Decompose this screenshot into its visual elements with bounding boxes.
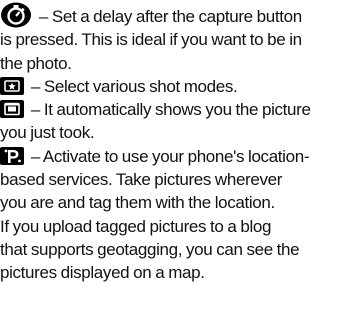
text-line: – Select various shot modes. xyxy=(0,75,338,98)
shot-mode-icon xyxy=(0,76,24,95)
auto-review-icon xyxy=(0,100,24,119)
text-line: you are and tag them with the location. xyxy=(0,193,275,213)
text-line: – Set a delay after the capture button xyxy=(0,2,338,28)
self-timer-icon xyxy=(0,2,32,28)
text-line: If you upload tagged pictures to a blog xyxy=(0,216,272,236)
text-line: that supports geotagging, you can see th… xyxy=(0,239,300,259)
shot-mode-entry: – Select various shot modes. xyxy=(0,75,338,98)
auto-review-entry: – It automatically shows you the picture… xyxy=(0,98,338,145)
text-line: you just took. xyxy=(0,123,95,143)
self-timer-entry: – Set a delay after the capture button i… xyxy=(0,2,338,75)
geotag-icon xyxy=(0,146,24,165)
manual-text: – Set a delay after the capture button i… xyxy=(0,2,338,285)
geotag-entry: – Activate to use your phone's location-… xyxy=(0,145,338,285)
text-line: based services. Take pictures wherever xyxy=(0,170,283,190)
text-line: – Activate to use your phone's location- xyxy=(0,145,338,168)
text-line: – It automatically shows you the picture xyxy=(0,98,338,121)
text-line: the photo. xyxy=(0,53,72,73)
text-line: pictures displayed on a map. xyxy=(0,263,205,283)
text-line: is pressed. This is ideal if you want to… xyxy=(0,30,302,50)
